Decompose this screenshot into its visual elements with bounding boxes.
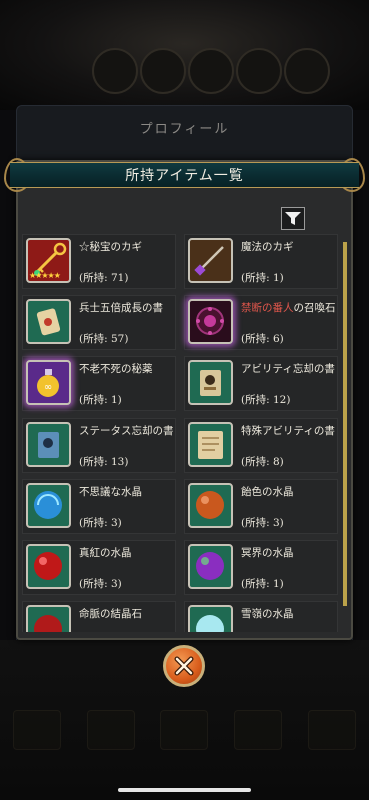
- bg-decoration-icon: [284, 48, 330, 94]
- close-icon: [174, 656, 194, 676]
- item-card[interactable]: アビリティ忘却の書 (所持: 12): [184, 356, 338, 411]
- elixir-icon: ∞: [26, 360, 71, 405]
- item-owned-count: (所持: 1): [79, 394, 122, 406]
- ability-scroll-icon: [188, 360, 233, 405]
- item-owned-count: (所持: 71): [79, 272, 129, 284]
- item-name: 不老不死の秘薬: [79, 363, 153, 375]
- filter-button[interactable]: [281, 207, 305, 230]
- item-card[interactable]: 雪嶺の水晶: [184, 601, 338, 632]
- crimson-crystal-icon: [26, 544, 71, 589]
- bg-decoration-icon: [140, 48, 186, 94]
- filter-icon: [285, 211, 301, 225]
- item-name: 兵士五倍成長の書: [79, 302, 163, 314]
- item-name: 不思議な水晶: [79, 486, 142, 498]
- item-card[interactable]: ∞ 不老不死の秘薬 (所持: 1): [22, 356, 176, 411]
- item-name: 飴色の水晶: [241, 486, 294, 498]
- item-card[interactable]: 冥界の水晶 (所持: 1): [184, 540, 338, 595]
- item-card[interactable]: 飴色の水晶 (所持: 3): [184, 479, 338, 534]
- bg-decoration-icon: [236, 48, 282, 94]
- item-name: 冥界の水晶: [241, 547, 294, 559]
- gold-key-icon: ★★★★★: [26, 238, 71, 283]
- item-name: 命脈の結晶石: [79, 608, 142, 620]
- item-owned-count: (所持: 6): [241, 333, 284, 345]
- summon-stone-icon: [188, 299, 233, 344]
- item-owned-count: (所持: 3): [241, 517, 284, 529]
- item-owned-count: (所持: 57): [79, 333, 129, 345]
- svg-text:∞: ∞: [44, 382, 52, 393]
- item-owned-count: (所持: 1): [241, 272, 284, 284]
- item-name: 真紅の水晶: [79, 547, 132, 559]
- close-button[interactable]: [163, 645, 205, 687]
- item-card[interactable]: 魔法のカギ (所持: 1): [184, 234, 338, 289]
- background-menu: [0, 700, 369, 760]
- item-card[interactable]: 命脈の結晶石: [22, 601, 176, 632]
- item-owned-count: (所持: 13): [79, 456, 129, 468]
- item-owned-count: (所持: 12): [241, 394, 291, 406]
- item-card[interactable]: 真紅の水晶 (所持: 3): [22, 540, 176, 595]
- item-owned-count: (所持: 1): [241, 578, 284, 590]
- profile-title: プロフィール: [139, 122, 230, 137]
- status-scroll-icon: [26, 422, 71, 467]
- item-owned-count: (所持: 3): [79, 578, 122, 590]
- item-card[interactable]: ステータス忘却の書 (所持: 13): [22, 418, 176, 473]
- item-name: 雪嶺の水晶: [241, 608, 294, 620]
- item-name: 禁断の番人の召喚石: [241, 302, 336, 314]
- magic-key-icon: [188, 238, 233, 283]
- item-name: 魔法のカギ: [241, 241, 294, 253]
- item-card[interactable]: 特殊アビリティの書 (所持: 8): [184, 418, 338, 473]
- item-card[interactable]: ★★★★★ ☆秘宝のカギ (所持: 71): [22, 234, 176, 289]
- underworld-crystal-icon: [188, 544, 233, 589]
- item-card[interactable]: 兵士五倍成長の書 (所持: 57): [22, 295, 176, 350]
- item-name: ステータス忘却の書: [79, 425, 174, 437]
- home-indicator[interactable]: [118, 788, 251, 792]
- item-owned-count: (所持: 8): [241, 456, 284, 468]
- item-grid[interactable]: ★★★★★ ☆秘宝のカギ (所持: 71) 魔法のカギ (所持: 1) 兵士五倍…: [22, 234, 338, 632]
- bg-decoration-icon: [92, 48, 138, 94]
- item-card[interactable]: 不思議な水晶 (所持: 3): [22, 479, 176, 534]
- item-owned-count: (所持: 3): [79, 517, 122, 529]
- item-card[interactable]: 禁断の番人の召喚石 (所持: 6): [184, 295, 338, 350]
- item-name: ☆秘宝のカギ: [79, 241, 142, 253]
- life-crystal-icon: [26, 605, 71, 632]
- special-scroll-icon: [188, 422, 233, 467]
- bg-decoration-icon: [188, 48, 234, 94]
- snow-crystal-icon: [188, 605, 233, 632]
- item-name: アビリティ忘却の書: [241, 363, 335, 375]
- dialog-header: 所持アイテム一覧: [10, 162, 359, 188]
- rarity-stars: ★★★★★: [29, 271, 61, 280]
- item-name: 特殊アビリティの書: [241, 425, 335, 437]
- blue-crystal-icon: [26, 483, 71, 528]
- scroll-icon: [26, 299, 71, 344]
- amber-crystal-icon: [188, 483, 233, 528]
- dialog-title: 所持アイテム一覧: [125, 168, 244, 184]
- scrollbar-thumb[interactable]: [343, 242, 347, 606]
